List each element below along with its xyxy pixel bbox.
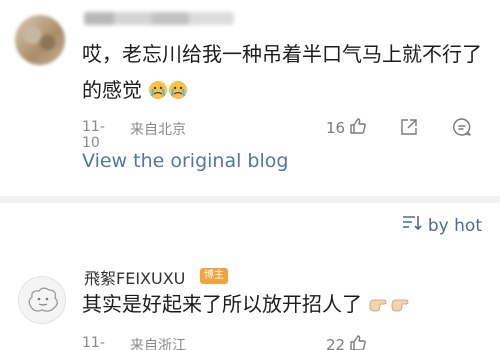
sort-label: by hot [427,215,482,236]
comment-date: 11-10 [82,119,105,151]
share-icon[interactable] [400,118,418,140]
blurred-username [84,12,234,25]
comment-body: 哎，老忘川给我一种吊着半口气马上就不行了的感觉 [82,42,482,102]
comment-location: 来自北京 [130,122,186,138]
like-action[interactable]: 22 [326,334,367,350]
crying-emoji-icon [168,75,188,111]
comment-body: 其实是好起来了所以放开招人了 [82,292,362,316]
comment-icon[interactable] [452,117,472,141]
view-original-blog-link[interactable]: View the original blog [82,150,288,172]
comment-section: by hot 飛絮FEIXUXU 博主 其实是好起来了所以放开招人了 11-10… [0,203,500,350]
sort-toggle[interactable]: by hot [396,215,482,236]
hand-emoji-icon [368,289,390,325]
author-badge: 博主 [200,268,228,284]
sort-icon [402,215,422,236]
comment-date: 11-10 [82,335,105,350]
like-count: 16 [326,119,346,137]
hand-emoji-icon [390,289,412,325]
thumbs-up-icon[interactable] [349,117,367,139]
crying-emoji-icon [148,75,168,111]
avatar[interactable] [15,15,65,65]
comment-text: 其实是好起来了所以放开招人了 [82,286,500,325]
thumbs-up-icon[interactable] [349,334,367,350]
comment-card-1: 哎，老忘川给我一种吊着半口气马上就不行了的感觉 11-10 来自北京 16 Vi… [0,0,500,196]
comment-text: 哎，老忘川给我一种吊着半口气马上就不行了的感觉 [82,36,482,111]
like-action[interactable]: 16 [326,117,367,139]
avatar[interactable] [18,276,66,324]
comment-location: 来自浙江 [130,338,186,350]
like-count: 22 [326,336,346,350]
